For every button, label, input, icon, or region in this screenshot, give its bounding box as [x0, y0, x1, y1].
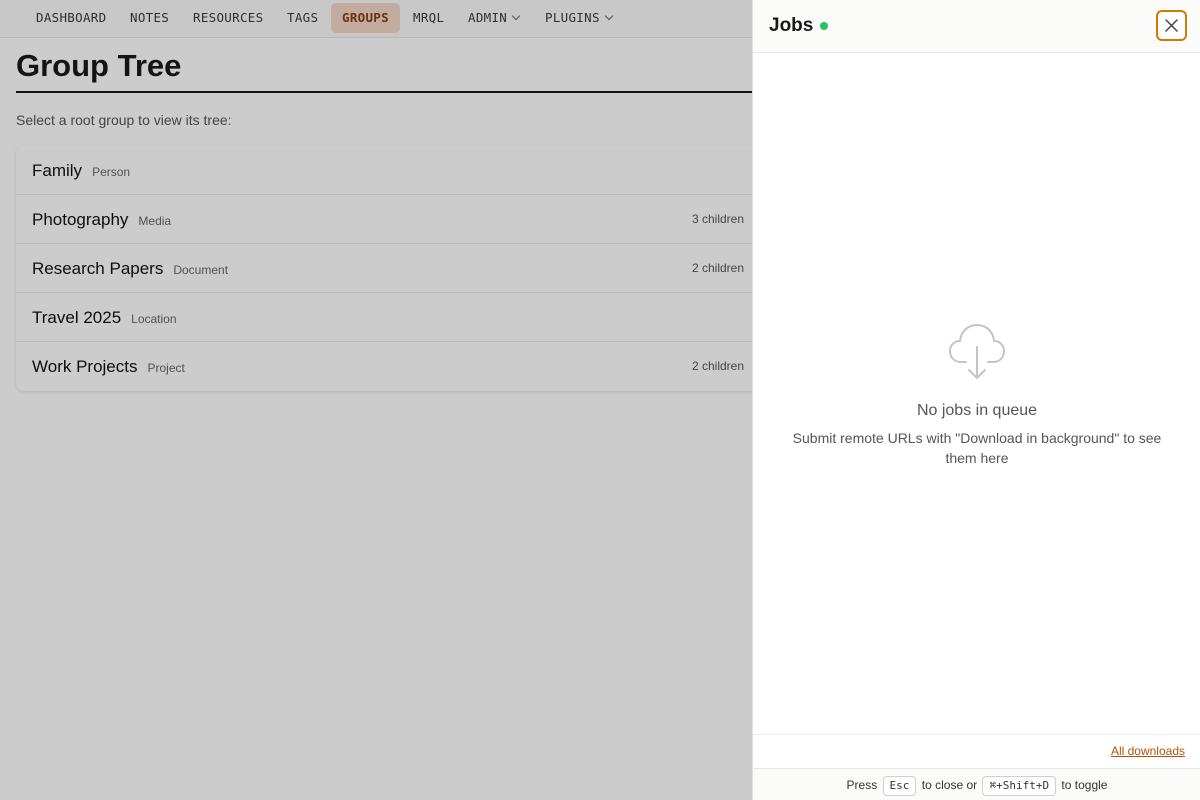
empty-description: Submit remote URLs with "Download in bac…	[792, 430, 1162, 466]
kbd-esc: Esc	[882, 775, 917, 796]
status-dot-icon	[820, 22, 828, 30]
drawer-header: Jobs	[753, 0, 1200, 53]
shortcut-close-text: to close or	[921, 778, 978, 792]
drawer-footer: All downloads	[753, 734, 1200, 768]
cloud-download-icon	[949, 324, 1005, 379]
shortcut-hint: Press Esc to close or ⌘+Shift+D to toggl…	[753, 768, 1200, 800]
drawer-title: Jobs	[769, 15, 814, 36]
all-downloads-link[interactable]: All downloads	[1111, 744, 1185, 758]
jobs-drawer: Jobs No jobs in queue Submit remote URLs…	[752, 0, 1200, 800]
close-icon	[1165, 19, 1178, 32]
empty-state: No jobs in queue Submit remote URLs with…	[753, 320, 1200, 468]
close-button[interactable]	[1156, 10, 1187, 41]
shortcut-press-text: Press	[846, 778, 878, 792]
shortcut-toggle-text: to toggle	[1061, 778, 1108, 792]
empty-title: No jobs in queue	[916, 402, 1038, 419]
kbd-toggle: ⌘+Shift+D	[982, 775, 1057, 796]
